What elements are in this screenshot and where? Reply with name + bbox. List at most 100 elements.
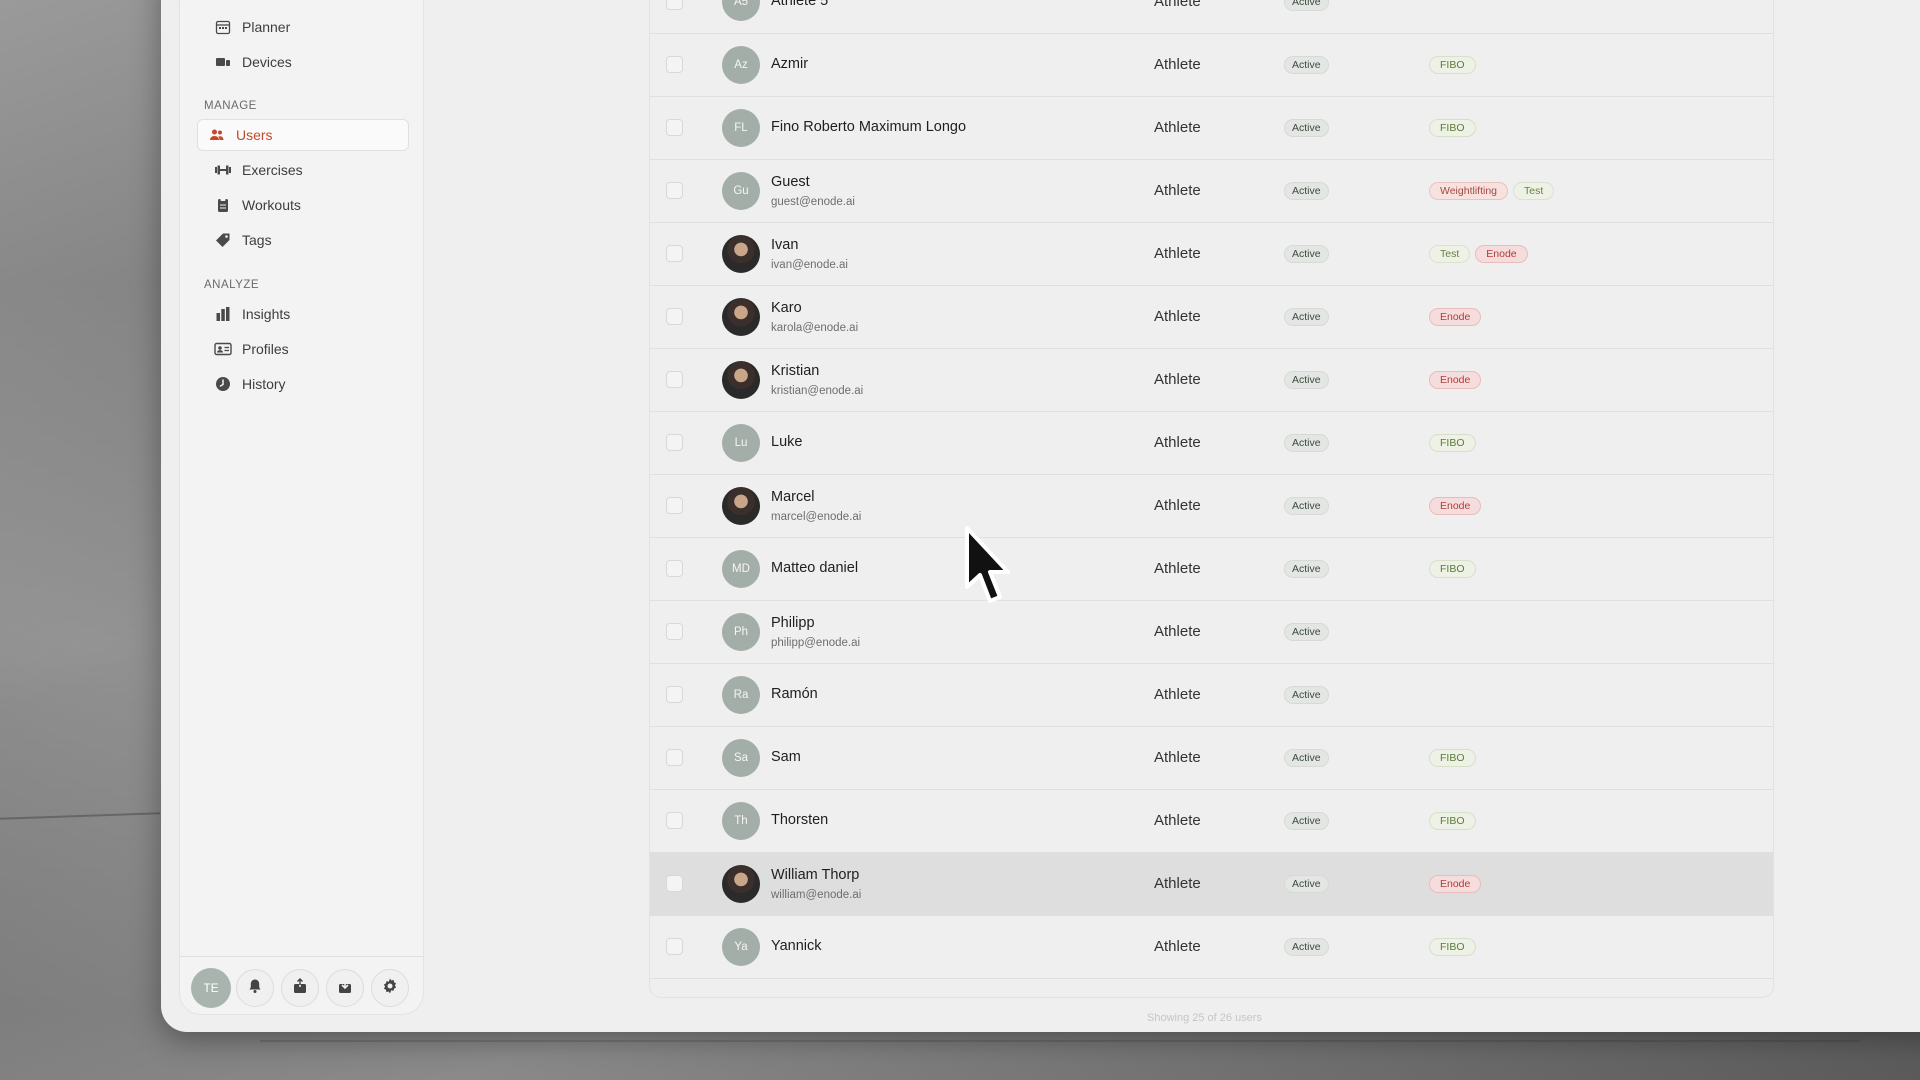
user-name[interactable]: Fino Roberto Maximum Longo: [771, 119, 966, 135]
row-checkbox[interactable]: [666, 875, 683, 892]
table-row[interactable]: Sa Sam Athlete Active FIBO: [650, 727, 1773, 790]
row-checkbox[interactable]: [666, 434, 683, 451]
notifications-button[interactable]: [236, 969, 274, 1007]
devices-icon: [214, 53, 232, 71]
row-checkbox[interactable]: [666, 0, 683, 10]
row-checkbox[interactable]: [666, 749, 683, 766]
table-row[interactable]: A5 Athlete 5 Athlete Active: [650, 0, 1773, 34]
table-row[interactable]: Az Azmir Athlete Active FIBO: [650, 34, 1773, 97]
sidebar-item-tags[interactable]: Tags: [204, 224, 414, 256]
table-row[interactable]: FL Fino Roberto Maximum Longo Athlete Activ…: [650, 97, 1773, 160]
tag-list: Weightlifting Test: [1429, 182, 1555, 200]
tag-badge[interactable]: FIBO: [1429, 938, 1476, 956]
status-badge: Active: [1284, 371, 1329, 389]
avatar-initials: Ph: [733, 626, 749, 638]
user-role: Athlete: [1154, 182, 1201, 199]
avatar: FL: [722, 109, 760, 147]
sidebar-item-workouts[interactable]: Workouts: [204, 189, 414, 221]
row-checkbox[interactable]: [666, 371, 683, 388]
user-name[interactable]: Guest: [771, 174, 810, 190]
table-row[interactable]: Ivan ivan@enode.ai Athlete Active Test Enode: [650, 223, 1773, 286]
sidebar-item-insights[interactable]: Insights: [204, 298, 414, 330]
user-name[interactable]: Azmir: [771, 56, 808, 72]
calendar-icon: [214, 18, 232, 36]
user-name[interactable]: Philipp: [771, 615, 815, 631]
table-row[interactable]: MD Matteo daniel Athlete Active FIBO: [650, 538, 1773, 601]
row-checkbox[interactable]: [666, 686, 683, 703]
tag-badge[interactable]: Enode: [1429, 371, 1482, 389]
user-name[interactable]: Karo: [771, 300, 802, 316]
row-checkbox[interactable]: [666, 623, 683, 640]
table-row[interactable]: Th Thorsten Athlete Active FIBO: [650, 790, 1773, 853]
mouse-cursor-icon: [963, 525, 1021, 614]
table-row[interactable]: Kristian kristian@enode.ai Athlete Active En…: [650, 349, 1773, 412]
table-row[interactable]: Lu Luke Athlete Active FIBO: [650, 412, 1773, 475]
table-row[interactable]: Ra Ramón Athlete Active: [650, 664, 1773, 727]
user-name[interactable]: Luke: [771, 434, 802, 450]
row-checkbox[interactable]: [666, 497, 683, 514]
tag-badge[interactable]: FIBO: [1429, 434, 1476, 452]
tag-badge[interactable]: Enode: [1429, 875, 1482, 893]
sidebar-item-users[interactable]: Users: [197, 119, 409, 151]
row-checkbox[interactable]: [666, 245, 683, 262]
sidebar-item-exercises[interactable]: Exercises: [204, 154, 414, 186]
user-name[interactable]: Marcel: [771, 489, 815, 505]
tag-badge[interactable]: Test: [1429, 245, 1471, 263]
user-name[interactable]: William Thorp: [771, 867, 859, 883]
user-name[interactable]: Thorsten: [771, 812, 828, 828]
tag-badge[interactable]: FIBO: [1429, 56, 1476, 74]
table-row[interactable]: Marcel marcel@enode.ai Athlete Active Enode: [650, 475, 1773, 538]
tag-list: FIBO: [1429, 56, 1476, 74]
avatar: [722, 298, 760, 336]
row-checkbox[interactable]: [666, 938, 683, 955]
avatar: [722, 361, 760, 399]
tag-list: FIBO: [1429, 119, 1476, 137]
tag-badge[interactable]: FIBO: [1429, 560, 1476, 578]
user-name[interactable]: Athlete 5: [771, 0, 828, 9]
tag-list: Enode: [1429, 371, 1482, 389]
table-row[interactable]: Ya Yannick Athlete Active FIBO: [650, 916, 1773, 979]
sidebar-item-devices[interactable]: Devices: [204, 46, 414, 78]
tag-badge[interactable]: Test: [1513, 182, 1555, 200]
row-checkbox[interactable]: [666, 560, 683, 577]
tag-badge[interactable]: FIBO: [1429, 812, 1476, 830]
table-row[interactable]: Ph Philipp philipp@enode.ai Athlete Active: [650, 601, 1773, 664]
user-name[interactable]: Kristian: [771, 363, 819, 379]
status-badge: Active: [1284, 308, 1329, 326]
sidebar: Planner Devices MANAGE Users Exercises W…: [179, 0, 424, 1015]
user-name[interactable]: Ramón: [771, 686, 818, 702]
tag-badge[interactable]: FIBO: [1429, 749, 1476, 767]
users-table: A5 Athlete 5 Athlete Active Az Azmir Athlete Ac…: [649, 0, 1774, 998]
user-role: Athlete: [1154, 308, 1201, 325]
tag-badge[interactable]: FIBO: [1429, 119, 1476, 137]
import-button[interactable]: [326, 969, 364, 1007]
export-button[interactable]: [281, 969, 319, 1007]
tag-list: Enode: [1429, 497, 1482, 515]
row-checkbox[interactable]: [666, 308, 683, 325]
user-name[interactable]: Matteo daniel: [771, 560, 858, 576]
row-checkbox[interactable]: [666, 56, 683, 73]
sidebar-item-planner[interactable]: Planner: [204, 11, 414, 43]
row-checkbox[interactable]: [666, 812, 683, 829]
user-name[interactable]: Yannick: [771, 938, 822, 954]
avatar: Sa: [722, 739, 760, 777]
row-checkbox[interactable]: [666, 119, 683, 136]
tag-badge[interactable]: Enode: [1475, 245, 1528, 263]
sidebar-item-history[interactable]: History: [204, 368, 414, 400]
clipboard-icon: [214, 196, 232, 214]
user-avatar-button[interactable]: TE: [191, 968, 231, 1008]
user-name[interactable]: Ivan: [771, 237, 798, 253]
tag-badge[interactable]: Enode: [1429, 308, 1482, 326]
avatar: Ra: [722, 676, 760, 714]
table-row[interactable]: Gu Guest guest@enode.ai Athlete Active Weight…: [650, 160, 1773, 223]
sidebar-item-profiles[interactable]: Profiles: [204, 333, 414, 365]
user-name[interactable]: Sam: [771, 749, 801, 765]
status-badge: Active: [1284, 245, 1329, 263]
avatar: MD: [722, 550, 760, 588]
tag-badge[interactable]: Weightlifting: [1429, 182, 1509, 200]
row-checkbox[interactable]: [666, 182, 683, 199]
settings-button[interactable]: [371, 969, 409, 1007]
table-row[interactable]: Karo karola@enode.ai Athlete Active Enode: [650, 286, 1773, 349]
tag-badge[interactable]: Enode: [1429, 497, 1482, 515]
table-row[interactable]: William Thorp william@enode.ai Athlete Acti…: [650, 853, 1773, 916]
